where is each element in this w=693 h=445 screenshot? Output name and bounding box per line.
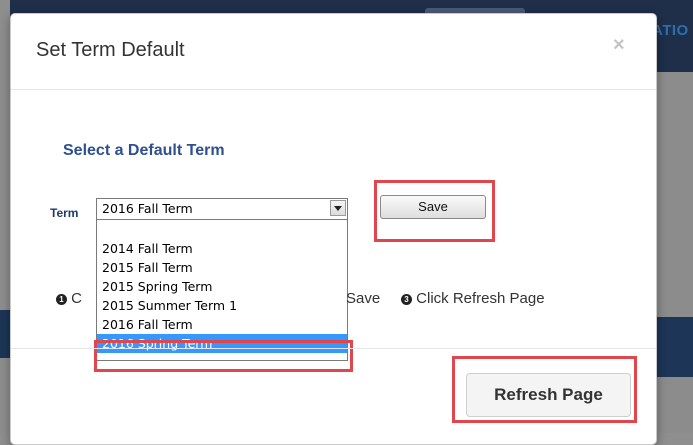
dropdown-option-blank[interactable] [97, 220, 347, 239]
chevron-down-icon[interactable] [330, 200, 346, 216]
background-left-strip [0, 0, 10, 433]
dropdown-option[interactable]: 2014 Fall Term [97, 239, 347, 258]
step-3: 3 Click Refresh Page [401, 290, 545, 307]
step-1: 1 C [56, 290, 82, 307]
step-2-tail-text: Save [346, 290, 381, 307]
set-term-default-modal: Set Term Default × Select a Default Term… [10, 13, 657, 445]
term-label: Term [50, 206, 79, 220]
instruction-steps: 1 C Save 3 Click Refresh Page [56, 290, 616, 312]
highlight-box-save [374, 180, 495, 242]
dropdown-option[interactable]: 2016 Fall Term [97, 315, 347, 334]
step-number-icon: 1 [56, 294, 67, 305]
highlight-box-refresh [452, 356, 637, 423]
modal-header: Set Term Default × [11, 14, 656, 90]
step-1-text: C [71, 290, 83, 307]
background-nav-text: ATIO [652, 22, 689, 39]
modal-title: Set Term Default [36, 39, 185, 61]
step-3-text: Click Refresh Page [416, 290, 545, 307]
term-select-value: 2016 Fall Term [102, 201, 193, 216]
step-number-icon: 3 [401, 294, 412, 305]
footer-divider [11, 348, 656, 349]
background-right-panel [655, 72, 693, 433]
term-select[interactable]: 2016 Fall Term [96, 198, 348, 220]
background-stripe [655, 317, 693, 377]
close-icon[interactable]: × [613, 34, 625, 57]
section-heading: Select a Default Term [63, 142, 225, 159]
highlight-box-option [94, 340, 353, 372]
background-stripe [0, 310, 10, 358]
dropdown-option[interactable]: 2015 Fall Term [97, 258, 347, 277]
